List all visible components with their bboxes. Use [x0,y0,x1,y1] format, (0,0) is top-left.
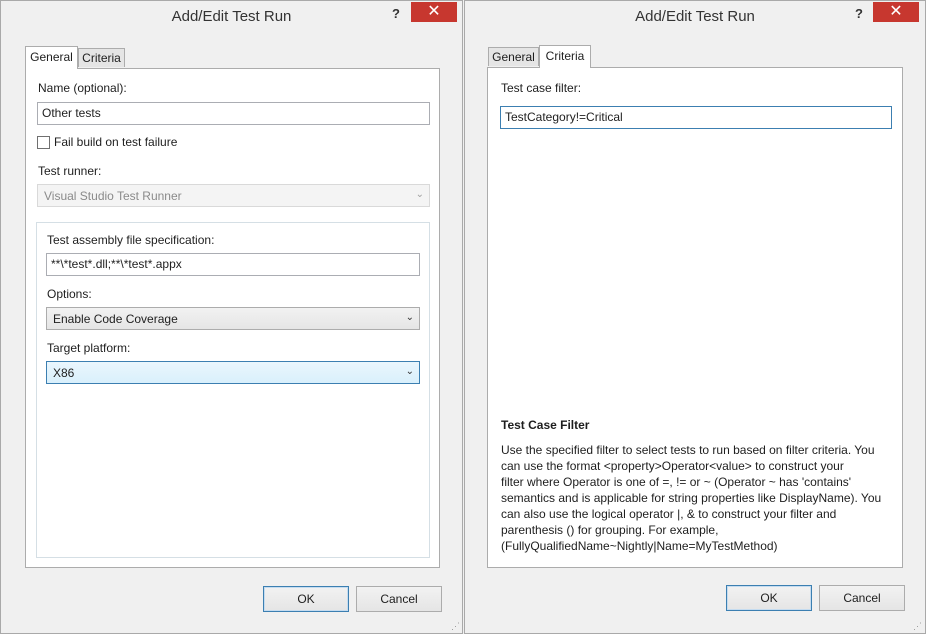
title-bar[interactable]: Add/Edit Test Run ? ✕ [465,1,925,31]
resize-grip-icon[interactable]: ⋰ [913,621,923,631]
chevron-down-icon: ⌄ [415,189,424,200]
test-runner-select: Visual Studio Test Runner ⌄ [37,184,430,207]
assembly-spec-input[interactable]: **\*test*.dll;**\*test*.appx [46,253,420,276]
ok-button[interactable]: OK [263,586,349,612]
help-line: (FullyQualifiedName~Nightly|Name=MyTestM… [501,539,778,553]
help-button[interactable]: ? [849,4,869,24]
target-platform-value: X86 [53,366,75,380]
help-heading: Test Case Filter [501,418,590,432]
fail-build-label[interactable]: Fail build on test failure [54,135,177,149]
help-line: can also use the logical operator |, & t… [501,507,837,521]
help-line: filter where Operator is one of =, != or… [501,475,852,489]
help-description: Use the specified filter to select tests… [501,442,893,554]
assembly-spec-label: Test assembly file specification: [47,233,215,247]
tab-panel-general: Name (optional): Other tests Fail build … [25,68,440,568]
help-button[interactable]: ? [386,4,406,24]
chevron-down-icon: ⌄ [405,312,414,323]
chevron-down-icon: ⌄ [405,366,414,377]
options-select[interactable]: Enable Code Coverage ⌄ [46,307,420,330]
tab-criteria[interactable]: Criteria [539,45,591,68]
help-line: can use the format <property>Operator<va… [501,459,844,473]
test-runner-label: Test runner: [38,164,102,178]
options-value: Enable Code Coverage [53,312,178,326]
target-platform-label: Target platform: [47,341,131,355]
help-line: parenthesis () for grouping. For example… [501,523,719,537]
ok-button[interactable]: OK [726,585,812,611]
left-dialog: Add/Edit Test Run ? ✕ General Criteria N… [0,0,463,634]
help-line: Use the specified filter to select tests… [501,443,875,457]
cancel-button[interactable]: Cancel [356,586,442,612]
close-button[interactable]: ✕ [411,2,457,22]
tab-general[interactable]: General [488,47,539,66]
test-runner-value: Visual Studio Test Runner [44,189,182,203]
run-settings-group: Test assembly file specification: **\*te… [36,222,430,558]
filter-label: Test case filter: [501,81,582,95]
name-input[interactable]: Other tests [37,102,430,125]
tab-strip: General Criteria [487,45,907,68]
right-dialog: Add/Edit Test Run ? ✕ General Criteria T… [464,0,926,634]
help-line: semantics and is applicable for string p… [501,491,882,505]
close-button[interactable]: ✕ [873,2,919,22]
title-bar[interactable]: Add/Edit Test Run ? ✕ [1,1,462,31]
fail-build-checkbox[interactable] [37,136,50,149]
tab-general[interactable]: General [25,46,78,69]
target-platform-select[interactable]: X86 ⌄ [46,361,420,384]
filter-input[interactable]: TestCategory!=Critical [500,106,892,129]
options-label: Options: [47,287,92,301]
tab-panel-criteria: Test case filter: TestCategory!=Critical… [487,67,903,568]
name-label: Name (optional): [38,81,127,95]
cancel-button[interactable]: Cancel [819,585,905,611]
resize-grip-icon[interactable]: ⋰ [451,621,461,631]
tab-strip: General Criteria [25,46,445,69]
tab-criteria[interactable]: Criteria [78,48,125,67]
